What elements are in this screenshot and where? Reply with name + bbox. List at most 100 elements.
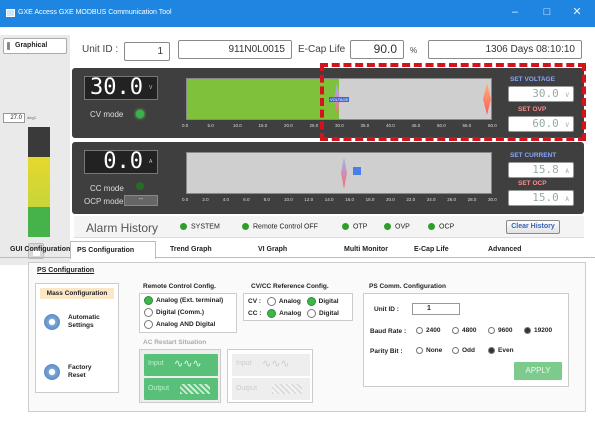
ac-restart-option-1[interactable]: Input ∿∿∿ Output [139,349,221,403]
ecap-life-label: E-Cap Life [298,44,346,55]
parity-even[interactable]: Even [488,347,514,354]
automatic-settings-button[interactable]: Automatic Settings [40,308,116,338]
close-button[interactable]: ✕ [570,5,584,19]
grip-icon [7,42,10,50]
alarm-otp: OTP [342,223,367,230]
title-bar: GXE Access GXE MODBUS Communication Tool… [0,0,595,27]
axis-tick-label: 12.0 [304,197,314,202]
alarm-remote-off: Remote Control OFF [242,223,318,230]
comm-config-title: PS Comm. Configuration [369,283,446,290]
axis-tick-label: 20.0 [284,123,293,128]
baud-rate-label: Baud Rate : [370,328,407,335]
set-current-field[interactable]: 15.8 A [508,162,574,178]
cc-reference-row: CC : Analog Digital [248,309,339,318]
tab-trend-graph[interactable]: Trend Graph [170,246,212,253]
gear-icon [44,314,60,330]
alarm-remote-led [242,223,249,230]
radio-icon [144,320,153,329]
hatched-icon [180,384,210,394]
alarm-ocp: OCP [428,223,454,230]
set-ocp-field[interactable]: 15.0 A [508,190,574,206]
remote-option-both[interactable]: Analog AND Digital [144,320,215,329]
graphical-sidebar: Graphical 27.0 degC [0,35,70,265]
input-graph: Input ∿∿∿ [144,354,218,376]
factory-reset-label: Factory Reset [68,364,92,379]
cvcc-config-title: CV/CC Reference Config. [251,283,329,290]
factory-reset-button[interactable]: Factory Reset [40,358,116,388]
ocp-mode-value: -- [124,195,158,206]
cc-mode-label: CC mode [90,184,124,193]
axis-tick-label: 25.0 [309,123,319,128]
axis-tick-label: 0.0 [182,197,189,202]
alarm-otp-led [342,223,349,230]
tab-ps-config[interactable]: PS Configuration [70,241,156,259]
axis-tick-label: 24.0 [426,197,436,202]
tab-graphical[interactable]: Graphical [3,38,67,54]
comm-config-box: Unit ID : 1 Baud Rate : 2400 4800 9600 1… [363,293,569,387]
unit-id-label: Unit ID : [82,44,119,55]
alarm-ocp-led [428,223,435,230]
alarm-system-led [180,223,187,230]
alarm-history-title: Alarm History [86,221,159,235]
app-icon [6,9,15,17]
ps-config-panel: PS Configuration Mass Configuration Auto… [28,262,586,412]
current-bar [186,152,492,194]
comm-unit-id-field[interactable]: 1 [412,303,460,315]
gear-icon [44,364,60,380]
baud-4800[interactable]: 4800 [452,327,476,334]
current-marker-icon [341,157,347,189]
apply-button[interactable]: APPLY [514,362,562,380]
tab-gui-config[interactable]: GUI Configuration [10,246,70,253]
set-current-label: SET CURRENT [510,152,557,159]
tab-graphical-label: Graphical [15,42,48,49]
temperature-gauge [28,127,50,237]
ocp-mode-label: OCP mode [84,197,124,206]
axis-tick-label: 22.0 [406,197,416,202]
maximize-button[interactable]: □ [540,5,554,19]
axis-tick-label: 26.0 [447,197,456,202]
baud-19200[interactable]: 19200 [524,327,552,334]
parity-none[interactable]: None [416,347,442,354]
clear-history-button[interactable]: Clear History [506,220,560,234]
alarm-ovp-led [384,223,391,230]
tab-vi-graph[interactable]: VI Graph [258,246,287,253]
radio-icon[interactable] [267,309,277,318]
alarm-system: SYSTEM [180,223,220,230]
radio-icon[interactable] [306,297,316,306]
ps-config-title: PS Configuration [37,267,95,274]
cv-reference-row: CV : Analog Digital [248,297,339,306]
temperature-unit: degC [27,115,37,120]
axis-tick-label: 6.0 [243,197,250,202]
operating-days: 1306 Days 08:10:10 [428,40,582,59]
baud-9600[interactable]: 9600 [488,327,512,334]
parity-odd[interactable]: Odd [452,347,475,354]
remote-option-analog[interactable]: Analog (Ext. terminal) [144,296,223,305]
unit-id-field[interactable]: 1 [124,42,170,61]
ecap-life-value: 90.0 [350,40,404,59]
axis-tick-label: 16.0 [345,197,354,202]
alarm-ovp: OVP [384,223,410,230]
axis-tick-label: 8.0 [263,197,270,202]
baud-2400[interactable]: 2400 [416,327,440,334]
cv-mode-led [136,110,144,118]
remote-option-digital[interactable]: Digital (Comm.) [144,308,204,317]
current-axis: 0.0 2.0 4.0 6.0 8.0 10.0 12.0 14.0 16.0 18.0 20.0 2… [182,197,497,205]
radio-icon[interactable] [266,297,276,306]
axis-tick-label: 14.0 [324,197,334,202]
parity-bit-label: Parity Bit : [370,348,403,355]
automatic-settings-label: Automatic Settings [68,314,100,329]
radio-icon[interactable] [307,309,317,318]
mass-config-label: Mass Configuration [40,288,114,299]
axis-tick-label: 2.0 [202,197,209,202]
remote-config-title: Remote Control Config. [143,283,216,290]
ac-restart-option-2[interactable]: Input ∿∿∿ Output [227,349,313,403]
tab-ecap-life[interactable]: E-Cap Life [414,246,449,253]
axis-tick-label: 20.0 [386,197,395,202]
waveform-icon: ∿∿∿ [262,358,290,370]
tab-advanced[interactable]: Advanced [488,246,521,253]
minimize-button[interactable]: – [508,5,522,19]
cvcc-config-box: CV : Analog Digital CC : Analog Digital [243,293,353,321]
input-graph-2: Input ∿∿∿ [232,354,310,376]
voltage-unit: V [149,85,153,91]
tab-multi-monitor[interactable]: Multi Monitor [344,246,388,253]
